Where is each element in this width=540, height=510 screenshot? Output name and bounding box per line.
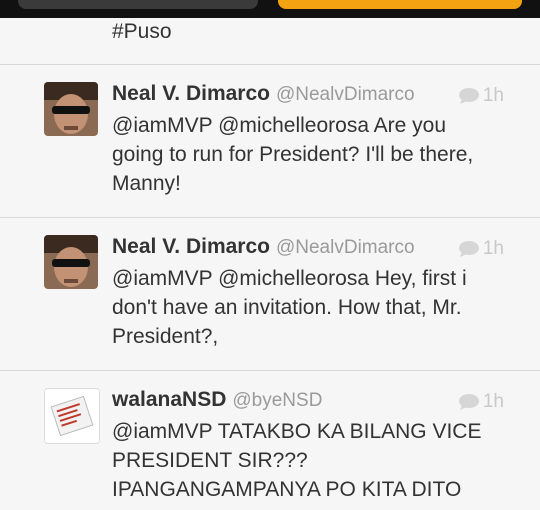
partial-tweet-text: #Puso — [112, 20, 172, 43]
tweet-line: Manny! — [112, 172, 181, 195]
user-handle[interactable]: @byeNSD — [232, 390, 322, 411]
tweet-item[interactable]: walanaNSD @byeNSD 1h @iamMVP TATAKBO KA B… — [0, 388, 540, 510]
tweet-meta: 1h — [458, 391, 504, 413]
user-handle[interactable]: @NealvDimarco — [276, 84, 415, 105]
tweet-text: @iamMVP TATAKBO KA BILANG VICE PRESIDENT… — [112, 417, 522, 504]
avatar[interactable] — [44, 235, 98, 289]
avatar[interactable] — [44, 388, 100, 444]
tweet-text: @iamMVP @michelleorosa Are you going to … — [112, 111, 522, 198]
tweet-line: IPANGANGAMPANYA PO KITA DITO — [112, 478, 462, 501]
user-name[interactable]: Neal V. Dimarco — [112, 82, 270, 105]
tweet-line: going to run for President? I'll be ther… — [112, 143, 474, 166]
speech-bubble-icon — [458, 241, 479, 257]
divider — [0, 217, 540, 218]
tweet-line: @iamMVP @michelleorosa Hey, first i — [112, 267, 467, 290]
tweet-item[interactable]: Neal V. Dimarco @NealvDimarco 1h @iamMVP … — [0, 82, 540, 216]
tweet-time: 1h — [482, 85, 504, 106]
tweet-meta: 1h — [458, 238, 504, 260]
tweet-time: 1h — [482, 391, 504, 412]
tweet-header: Neal V. Dimarco @NealvDimarco 1h — [112, 82, 522, 110]
toolbar-left-button[interactable] — [18, 0, 258, 9]
tweet-item[interactable]: Neal V. Dimarco @NealvDimarco 1h @iamMVP … — [0, 235, 540, 369]
speech-bubble-icon — [458, 88, 479, 104]
top-toolbar — [0, 0, 540, 18]
user-name[interactable]: walanaNSD — [112, 388, 226, 411]
tweet-text: @iamMVP @michelleorosa Hey, first i don'… — [112, 264, 522, 351]
user-handle[interactable]: @NealvDimarco — [276, 237, 415, 258]
tweet-line: don't have an invitation. How that, Mr. — [112, 296, 462, 319]
tweet-line: PRESIDENT SIR??? — [112, 449, 308, 472]
speech-bubble-icon — [458, 394, 479, 410]
avatar[interactable] — [44, 82, 98, 136]
tweet-line: President?, — [112, 325, 219, 348]
tweet-line: @iamMVP TATAKBO KA BILANG VICE — [112, 420, 482, 443]
divider — [0, 64, 540, 65]
divider — [0, 370, 540, 371]
tweet-header: walanaNSD @byeNSD 1h — [112, 388, 522, 416]
tweet-header: Neal V. Dimarco @NealvDimarco 1h — [112, 235, 522, 263]
tweet-meta: 1h — [458, 85, 504, 107]
tweet-time: 1h — [482, 238, 504, 259]
user-name[interactable]: Neal V. Dimarco — [112, 235, 270, 258]
tweet-line: @iamMVP @michelleorosa Are you — [112, 114, 447, 137]
toolbar-right-button[interactable] — [278, 0, 522, 9]
